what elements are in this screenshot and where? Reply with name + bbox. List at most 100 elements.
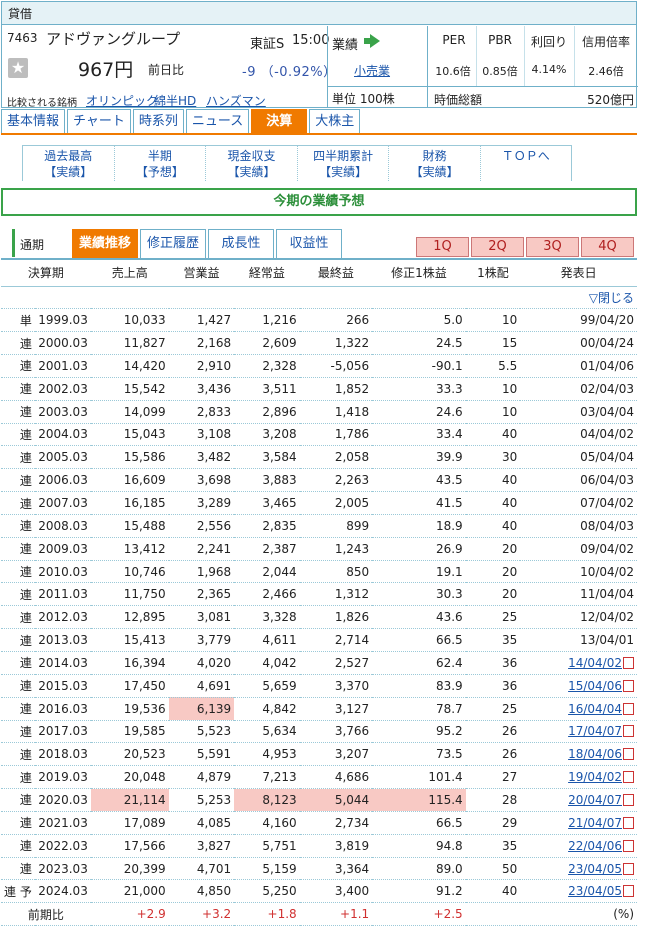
cell-announce-date[interactable]: 14/04/02 xyxy=(520,651,637,675)
tab-major-shareholders[interactable]: 大株主 xyxy=(309,109,361,134)
quarter-button-2q[interactable]: 2Q xyxy=(471,237,524,257)
pbr-label: PBR xyxy=(488,33,512,47)
cell-ordinary-profit: 3,465 xyxy=(234,491,300,515)
market-cap-value: 520億円 xyxy=(587,93,634,107)
cell-announce-date: 04/04/02 xyxy=(520,423,637,447)
tab-performance-trend[interactable]: 業績推移 xyxy=(72,229,138,259)
pdf-icon[interactable] xyxy=(623,656,634,669)
cell-period: 2007.03 xyxy=(34,491,91,515)
cell-period: 2008.03 xyxy=(34,514,91,538)
tab-news[interactable]: ニュース xyxy=(185,109,250,134)
margin-ratio-label: 信用倍率 xyxy=(581,35,630,49)
compare-link-olympic[interactable]: オリンピック xyxy=(86,92,158,109)
cell-prefix: 連 xyxy=(1,354,35,378)
quarter-button-1q[interactable]: 1Q xyxy=(416,237,469,257)
cell-ordinary-profit: 4,842 xyxy=(234,697,300,721)
cell-announce-date[interactable]: 23/04/05 xyxy=(520,879,637,904)
cell-sales: 14,420 xyxy=(90,354,169,378)
cell-dividend: 25 xyxy=(465,697,521,721)
cell-sales: 11,750 xyxy=(90,582,169,607)
cell-eps: 83.9 xyxy=(372,674,466,698)
cell-dividend: 35 xyxy=(465,628,521,652)
cell-announce-date[interactable]: 21/04/07 xyxy=(520,811,637,835)
cell-announce-date[interactable]: 16/04/04 xyxy=(520,697,637,721)
favorite-star-icon[interactable]: ★ xyxy=(8,58,28,78)
tab-revision-history[interactable]: 修正履歴 xyxy=(140,229,206,259)
tab-basic-info[interactable]: 基本情報 xyxy=(1,109,66,134)
table-row: 連 2020.03 21,114 5,253 8,123 5,044 115.4 28 20/0… xyxy=(1,788,637,812)
cell-announce-date: 01/04/06 xyxy=(520,354,637,378)
compare-label: 比較される銘柄 xyxy=(7,98,77,109)
col-header-period: 決算期 xyxy=(1,260,91,287)
yoy-value: +2.9 xyxy=(90,902,169,926)
pdf-icon[interactable] xyxy=(623,885,634,898)
pdf-icon[interactable] xyxy=(623,793,634,806)
cell-announce-date[interactable]: 19/04/02 xyxy=(520,765,637,790)
compare-link-watahan[interactable]: 綿半HD xyxy=(154,92,196,109)
price-time: 15:00 xyxy=(292,33,330,48)
cell-announce-date[interactable]: 23/04/05 xyxy=(520,857,637,881)
cell-sales: 16,609 xyxy=(90,468,169,493)
cell-announce-date[interactable]: 17/04/07 xyxy=(520,720,637,744)
submenu-record-high[interactable]: 過去最高 【実績】 xyxy=(22,146,114,181)
table-row: 連 予 2024.03 21,000 4,850 5,250 3,400 91.2 40 23/… xyxy=(1,879,637,904)
submenu-half-year[interactable]: 半期 【予想】 xyxy=(113,146,206,181)
cell-net-profit: 899 xyxy=(299,514,373,538)
cell-ordinary-profit: 4,611 xyxy=(234,628,300,652)
tab-profitability[interactable]: 収益性 xyxy=(276,229,342,259)
tab-timeseries[interactable]: 時系列 xyxy=(132,109,184,134)
cell-eps: 39.9 xyxy=(372,445,466,470)
cell-net-profit: 3,370 xyxy=(299,674,373,698)
submenu-quarterly[interactable]: 四半期累計 【実績】 xyxy=(296,146,389,181)
tab-earnings[interactable]: 決算 xyxy=(251,109,308,134)
cell-dividend: 26 xyxy=(465,742,521,767)
table-row: 単 1999.03 10,033 1,427 1,216 266 5.0 10 99/04/20 xyxy=(1,308,637,333)
cell-period: 2015.03 xyxy=(34,674,91,698)
compare-link-handsman[interactable]: ハンズマン xyxy=(206,92,266,109)
cell-announce-date[interactable]: 15/04/06 xyxy=(520,674,637,698)
submenu-label: 現金収支 xyxy=(227,149,276,163)
cell-operating-profit: 3,436 xyxy=(168,377,235,401)
pdf-icon[interactable] xyxy=(623,679,634,692)
cell-net-profit: 1,786 xyxy=(299,423,373,447)
cell-announce-date: 99/04/20 xyxy=(520,308,637,333)
pdf-icon[interactable] xyxy=(623,725,634,738)
quarter-button-3q[interactable]: 3Q xyxy=(526,237,579,257)
pdf-icon[interactable] xyxy=(623,748,634,761)
cell-operating-profit: 2,833 xyxy=(168,400,235,424)
submenu-label: 半期 xyxy=(147,149,172,163)
cell-prefix: 連 xyxy=(1,468,35,493)
forecast-banner[interactable]: 今期の業績予想 xyxy=(1,188,637,216)
arrow-right-icon xyxy=(364,34,380,48)
sector-link[interactable]: 小売業 xyxy=(354,62,390,79)
cell-announce-date[interactable]: 20/04/07 xyxy=(520,788,637,812)
submenu-financials[interactable]: 財務 【実績】 xyxy=(388,146,480,181)
cell-period: 2004.03 xyxy=(34,423,91,447)
cell-eps: 43.6 xyxy=(372,605,466,630)
cell-net-profit: 1,852 xyxy=(299,377,373,401)
yield-label: 利回り xyxy=(530,35,567,49)
tab-growth[interactable]: 成長性 xyxy=(208,229,274,259)
pdf-icon[interactable] xyxy=(623,771,634,784)
cell-announce-date[interactable]: 18/04/06 xyxy=(520,742,637,767)
submenu-cashflow[interactable]: 現金収支 【実績】 xyxy=(205,146,297,181)
collapse-row: ▽閉じる xyxy=(1,286,637,310)
cell-net-profit: 3,127 xyxy=(299,697,373,721)
pbr-value: 0.85倍 xyxy=(482,65,518,78)
tab-chart[interactable]: チャート xyxy=(67,109,131,134)
pdf-icon[interactable] xyxy=(623,702,634,715)
cell-period: 2016.03 xyxy=(34,697,91,721)
collapse-toggle[interactable]: ▽閉じる xyxy=(1,286,637,310)
cell-operating-profit: 2,910 xyxy=(168,354,235,378)
yoy-ratio-row: 前期比 +2.9 +3.2 +1.8 +1.1 +2.5 (%) xyxy=(1,902,637,926)
submenu-top[interactable]: ＴＯＰへ xyxy=(479,146,572,181)
table-row: 連 2018.03 20,523 5,591 4,953 3,207 73.5 26 18/04… xyxy=(1,742,637,767)
quarter-button-4q[interactable]: 4Q xyxy=(581,237,634,257)
cell-period: 2003.03 xyxy=(34,400,91,424)
cell-prefix: 連 xyxy=(1,674,35,698)
yoy-value: +1.1 xyxy=(299,902,373,926)
cell-sales: 20,048 xyxy=(90,765,169,790)
pdf-icon[interactable] xyxy=(623,816,634,829)
cell-ordinary-profit: 1,216 xyxy=(234,308,300,333)
pdf-icon[interactable] xyxy=(623,862,634,875)
